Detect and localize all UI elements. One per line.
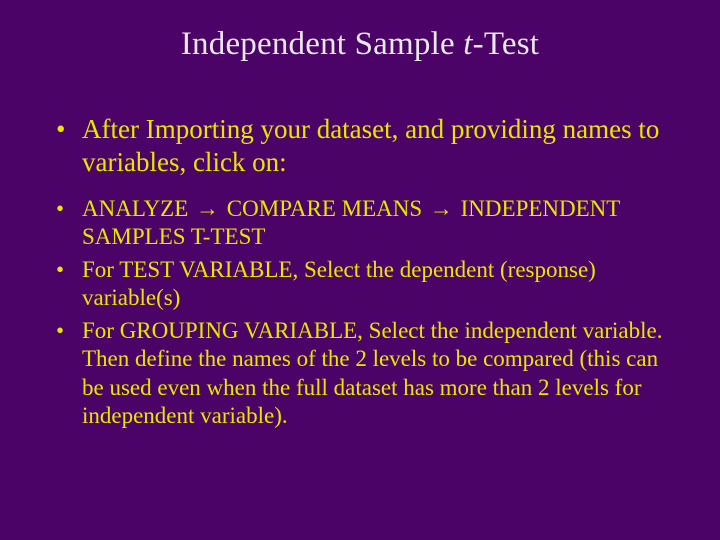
- bullet-list-inner: ANALYZE → COMPARE MEANS → INDEPENDENT SA…: [50, 195, 670, 431]
- bullet-grouping-variable-text: For GROUPING VARIABLE, Select the indepe…: [82, 318, 662, 429]
- arrow-icon: →: [428, 195, 455, 224]
- bullet-test-variable: For TEST VARIABLE, Select the dependent …: [50, 256, 670, 313]
- bullet-list-outer: After Importing your dataset, and provid…: [50, 113, 670, 179]
- path-compare: COMPARE MEANS: [221, 196, 428, 221]
- bullet-intro: After Importing your dataset, and provid…: [50, 113, 670, 179]
- slide: Independent Sample t-Test After Importin…: [0, 0, 720, 540]
- bullet-grouping-variable: For GROUPING VARIABLE, Select the indepe…: [50, 317, 670, 431]
- bullet-test-variable-text: For TEST VARIABLE, Select the dependent …: [82, 257, 596, 311]
- bullet-menu-path: ANALYZE → COMPARE MEANS → INDEPENDENT SA…: [50, 195, 670, 252]
- title-italic: t: [463, 26, 472, 62]
- path-analyze: ANALYZE: [82, 196, 194, 221]
- slide-title: Independent Sample t-Test: [50, 26, 670, 63]
- title-post: -Test: [473, 26, 540, 62]
- title-pre: Independent Sample: [181, 26, 463, 62]
- arrow-icon: →: [194, 195, 221, 224]
- bullet-intro-text: After Importing your dataset, and provid…: [82, 114, 659, 177]
